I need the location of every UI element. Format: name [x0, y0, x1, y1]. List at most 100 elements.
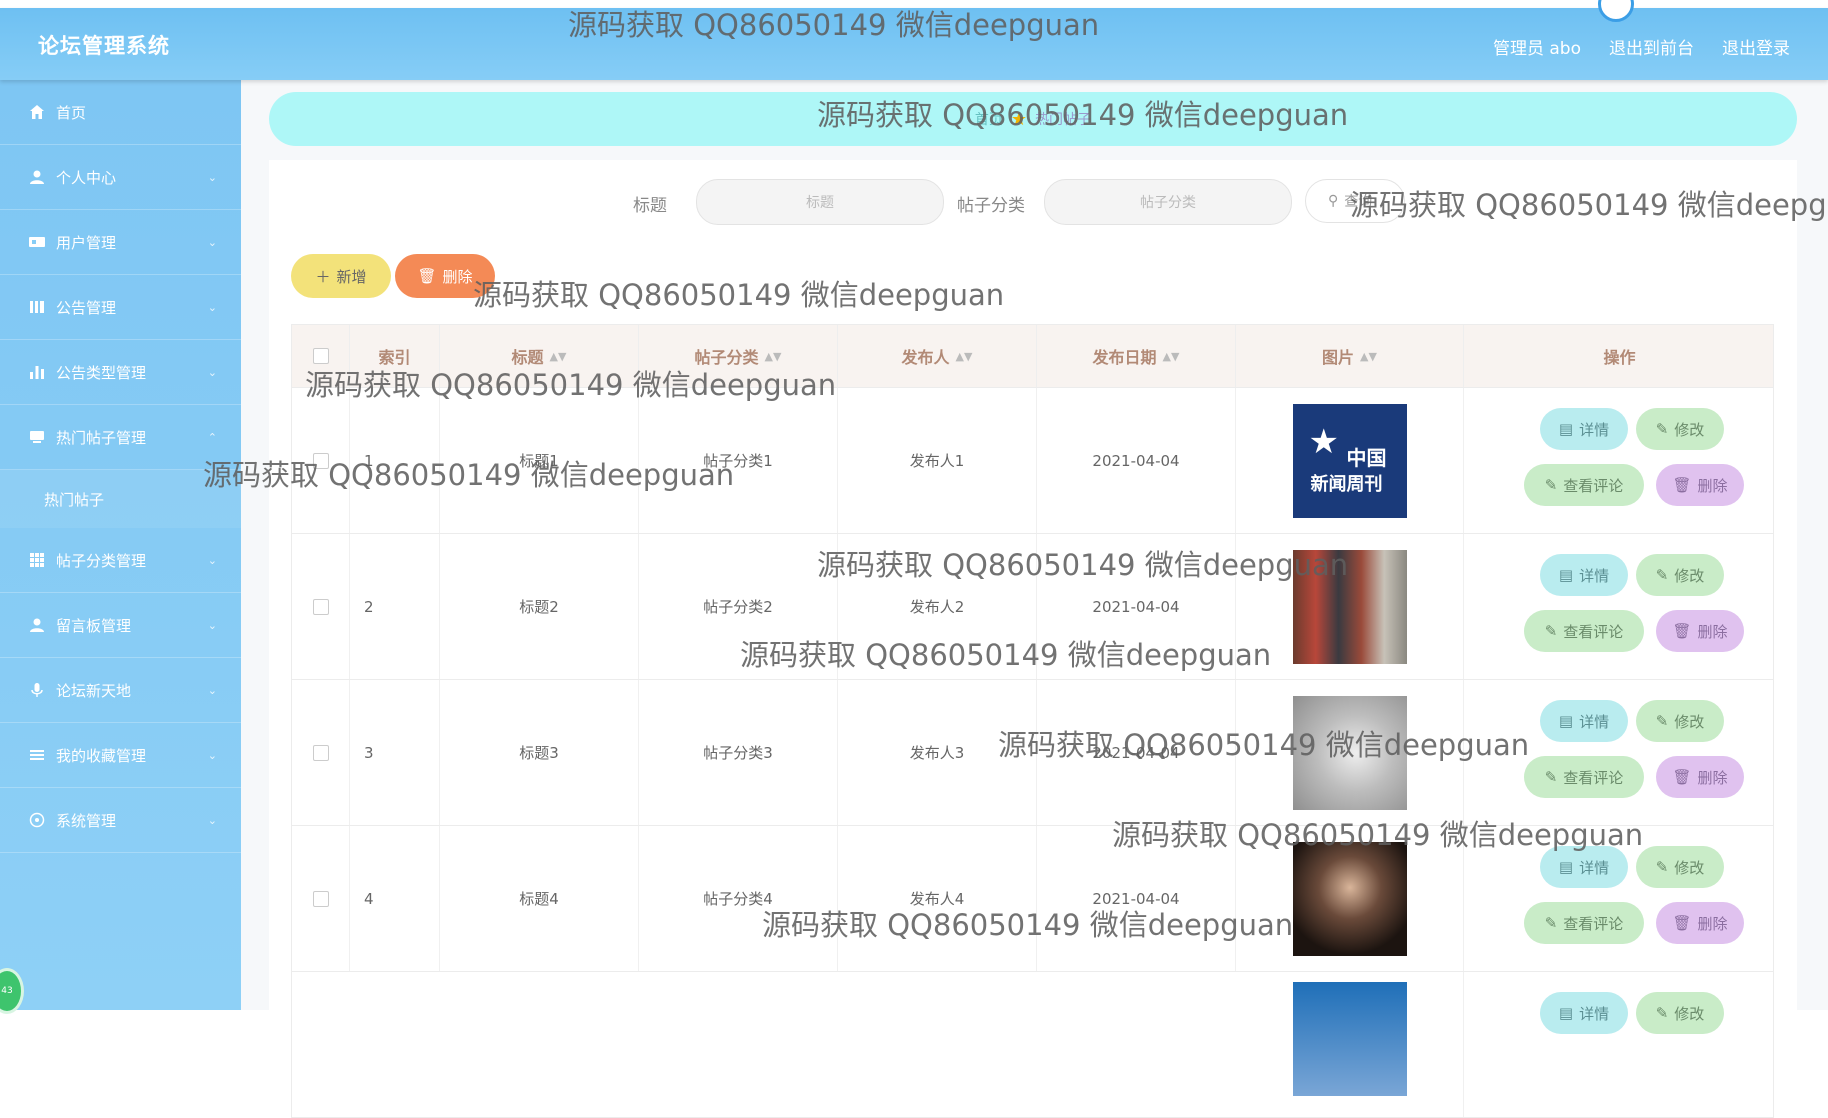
sidebar-item-label: 首页 — [56, 103, 87, 122]
detail-button[interactable]: ▤ 详情 — [1540, 408, 1628, 450]
col-title-label: 标题 — [511, 348, 544, 367]
pencil-icon: ✎ — [1655, 420, 1669, 438]
col-category-label: 帖子分类 — [694, 348, 759, 367]
bar-chart-icon — [28, 363, 46, 381]
col-image[interactable]: 图片 ▲▼ — [1236, 325, 1464, 387]
top-header: 论坛管理系统 管理员 abo 退出到前台 退出登录 — [0, 0, 1828, 80]
sidebar-item-user-management[interactable]: 用户管理 ⌄ — [0, 210, 241, 275]
sidebar-item-notice-management[interactable]: 公告管理 ⌄ — [0, 275, 241, 340]
col-date[interactable]: 发布日期 ▲▼ — [1037, 325, 1236, 387]
trash-icon: 🗑 — [1672, 768, 1692, 786]
sidebar-item-label: 公告管理 — [56, 298, 117, 317]
post-thumbnail-partial[interactable] — [1292, 982, 1407, 1096]
view-comments-label: 查看评论 — [1563, 914, 1624, 933]
row-delete-button[interactable]: 🗑 删除 — [1656, 610, 1744, 652]
row-checkbox[interactable] — [312, 890, 329, 907]
view-comments-button[interactable]: ✎ 查看评论 — [1524, 902, 1644, 944]
app-title: 论坛管理系统 — [38, 34, 170, 58]
cell-date: 2021-04-04 — [1037, 826, 1236, 971]
cell-date: 2021-04-04 — [1037, 680, 1236, 825]
row-delete-button[interactable]: 🗑 删除 — [1656, 756, 1744, 798]
view-comments-button[interactable]: ✎ 查看评论 — [1524, 610, 1644, 652]
post-thumbnail-bookshelf[interactable] — [1292, 549, 1407, 664]
sidebar-subitem-hot-posts[interactable]: 热门帖子 — [0, 470, 241, 528]
row-delete-label: 删除 — [1697, 622, 1728, 641]
cell-image — [1236, 826, 1464, 971]
settings-icon — [28, 811, 46, 829]
notice-icon — [28, 298, 46, 316]
cell-author: 发布人1 — [838, 388, 1037, 533]
select-all-checkbox[interactable] — [312, 348, 329, 364]
edit-button[interactable]: ✎ 修改 — [1636, 992, 1724, 1034]
sort-icon: ▲▼ — [1360, 349, 1377, 363]
sidebar-item-home[interactable]: 首页 — [0, 80, 241, 145]
col-index-label: 索引 — [378, 348, 411, 367]
delete-button[interactable]: 🗑 删除 — [395, 254, 495, 298]
logout-link[interactable]: 退出登录 — [1722, 34, 1790, 59]
add-button-label: 新增 — [336, 267, 367, 286]
admin-link[interactable]: 管理员 abo — [1493, 34, 1581, 59]
avatar[interactable] — [1598, 0, 1634, 22]
cell-date: 2021-04-04 — [1037, 534, 1236, 679]
row-checkbox[interactable] — [312, 598, 329, 615]
sidebar-item-favorites-management[interactable]: 我的收藏管理 ⌄ — [0, 723, 241, 788]
detail-button[interactable]: ▤ 详情 — [1540, 992, 1628, 1034]
logo-text-line2: 新闻周刊 — [1310, 473, 1383, 495]
title-search-input[interactable]: 标题 — [696, 179, 944, 225]
edit-button[interactable]: ✎ 修改 — [1636, 846, 1724, 888]
sidebar-item-system-management[interactable]: 系统管理 ⌄ — [0, 788, 241, 853]
detail-button[interactable]: ▤ 详情 — [1540, 846, 1628, 888]
doc-icon: ▤ — [1558, 712, 1574, 730]
back-to-front-link[interactable]: 退出到前台 — [1609, 34, 1694, 59]
post-thumbnail-news-logo[interactable]: ★ 中国 新闻周刊 — [1292, 403, 1407, 518]
sidebar-item-forum-world[interactable]: 论坛新天地 ⌄ — [0, 658, 241, 723]
cell-category: 帖子分类4 — [639, 826, 838, 971]
pencil-icon: ✎ — [1544, 768, 1558, 786]
col-index[interactable]: 索引 — [350, 325, 440, 387]
edit-label: 修改 — [1674, 566, 1705, 585]
person-icon — [28, 616, 46, 634]
edit-button[interactable]: ✎ 修改 — [1636, 408, 1724, 450]
sidebar-item-label: 帖子分类管理 — [56, 551, 147, 570]
post-thumbnail-cartoon[interactable] — [1292, 695, 1407, 810]
users-icon — [28, 233, 46, 251]
category-search-input[interactable]: 帖子分类 — [1044, 179, 1292, 225]
title-search-label: 标题 — [633, 196, 667, 216]
detail-button[interactable]: ▤ 详情 — [1540, 700, 1628, 742]
edit-button[interactable]: ✎ 修改 — [1636, 554, 1724, 596]
row-checkbox-cell — [292, 534, 350, 679]
edit-button[interactable]: ✎ 修改 — [1636, 700, 1724, 742]
breadcrumb-current: 热门帖子 — [1035, 112, 1092, 128]
view-comments-button[interactable]: ✎ 查看评论 — [1524, 756, 1644, 798]
row-delete-button[interactable]: 🗑 删除 — [1656, 464, 1744, 506]
row-checkbox-cell — [292, 680, 350, 825]
post-thumbnail-portrait[interactable] — [1292, 841, 1407, 956]
sidebar-item-post-category-management[interactable]: 帖子分类管理 ⌄ — [0, 528, 241, 593]
sidebar-item-personal-center[interactable]: 个人中心 ⌄ — [0, 145, 241, 210]
col-title[interactable]: 标题 ▲▼ — [440, 325, 639, 387]
category-search-label: 帖子分类 — [957, 196, 1025, 216]
breadcrumb-home[interactable]: 首页 — [975, 109, 1003, 129]
pencil-icon: ✎ — [1655, 858, 1669, 876]
search-bar: 标题 标题 帖子分类 帖子分类 ⚲ 查询 — [269, 160, 1797, 225]
sidebar-item-label: 公告类型管理 — [56, 363, 147, 382]
cell-author: 发布人3 — [838, 680, 1037, 825]
col-category[interactable]: 帖子分类 ▲▼ — [639, 325, 838, 387]
detail-button[interactable]: ▤ 详情 — [1540, 554, 1628, 596]
col-author[interactable]: 发布人 ▲▼ — [838, 325, 1037, 387]
chevron-down-icon: ⌄ — [207, 748, 217, 762]
select-all-cell — [292, 325, 350, 387]
floating-badge[interactable]: 43 — [0, 968, 24, 1014]
sidebar-item-hot-post-management[interactable]: 热门帖子管理 ⌃ — [0, 405, 241, 470]
row-delete-button[interactable]: 🗑 删除 — [1656, 902, 1744, 944]
search-button[interactable]: ⚲ 查询 — [1305, 179, 1405, 223]
row-checkbox[interactable] — [312, 452, 329, 469]
row-checkbox[interactable] — [312, 744, 329, 761]
sidebar-item-notice-type-management[interactable]: 公告类型管理 ⌄ — [0, 340, 241, 405]
view-comments-button[interactable]: ✎ 查看评论 — [1524, 464, 1644, 506]
header-links: 管理员 abo 退出到前台 退出登录 — [1493, 34, 1790, 59]
add-button[interactable]: ＋ 新增 — [291, 254, 391, 298]
detail-label: 详情 — [1579, 420, 1610, 439]
table-row: 1 标题1 帖子分类1 发布人1 2021-04-04 ★ 中国 新闻周刊 ▤ 详… — [291, 388, 1774, 534]
sidebar-item-message-board-management[interactable]: 留言板管理 ⌄ — [0, 593, 241, 658]
